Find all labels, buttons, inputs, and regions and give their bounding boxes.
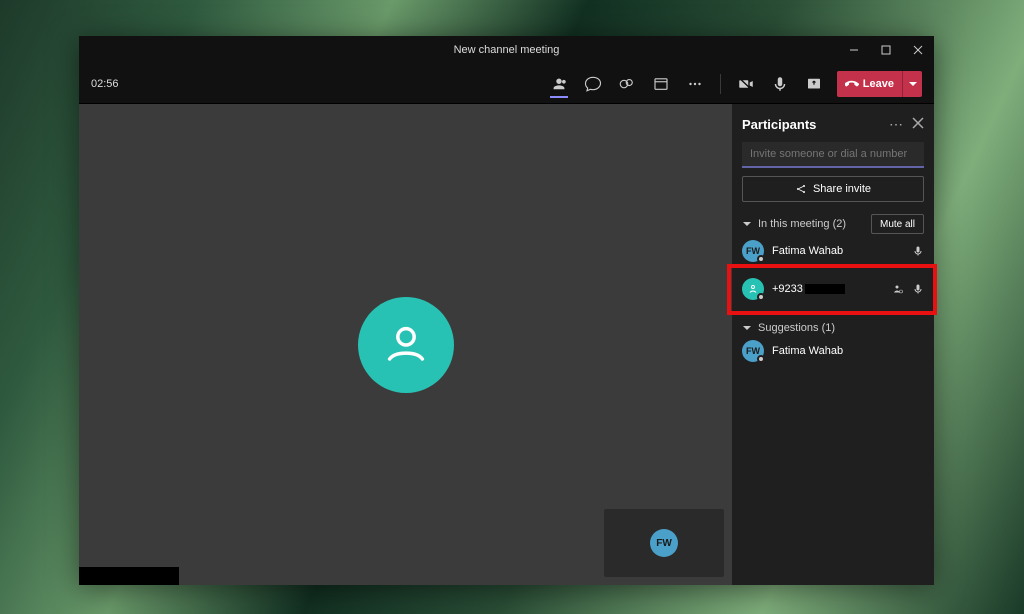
panel-close-button[interactable] [912, 117, 924, 132]
close-button[interactable] [902, 36, 934, 64]
section-in-meeting-label: In this meeting (2) [758, 218, 846, 230]
meeting-toolbar: 02:56 [79, 64, 934, 104]
share-button[interactable] [797, 64, 831, 104]
section-suggestions-label: Suggestions (1) [758, 322, 835, 334]
participant-name: +9233 [772, 283, 884, 295]
minimize-button[interactable] [838, 36, 870, 64]
avatar: FW [742, 340, 764, 362]
people-button[interactable] [542, 64, 576, 104]
section-suggestions: Suggestions (1) FW Fatima Wahab [742, 322, 924, 368]
leave-dropdown[interactable] [902, 71, 922, 97]
chevron-down-icon[interactable] [742, 219, 752, 229]
mic-icon [912, 245, 924, 257]
window-title: New channel meeting [454, 44, 560, 56]
participant-name: Fatima Wahab [772, 345, 924, 357]
invite-input[interactable] [742, 142, 924, 168]
person-badge-icon [892, 283, 904, 295]
avatar [742, 278, 764, 300]
participant-row[interactable]: FW Fatima Wahab [742, 334, 924, 368]
participants-panel: Participants ⋯ Share invite In [732, 104, 934, 585]
mute-all-button[interactable]: Mute all [871, 214, 924, 234]
chevron-down-icon[interactable] [742, 323, 752, 333]
avatar: FW [742, 240, 764, 262]
share-invite-label: Share invite [813, 183, 871, 195]
more-actions-button[interactable] [678, 64, 712, 104]
window-controls [838, 36, 934, 64]
leave-label: Leave [863, 78, 894, 90]
section-in-meeting: In this meeting (2) Mute all FW Fatima W… [742, 214, 924, 310]
reactions-button[interactable] [610, 64, 644, 104]
participant-row[interactable]: +9233 [742, 268, 924, 310]
self-video-tile[interactable]: FW [604, 509, 724, 577]
presence-icon [757, 355, 765, 363]
panel-title: Participants [742, 117, 816, 132]
mic-button[interactable] [763, 64, 797, 104]
participant-name: Fatima Wahab [772, 245, 904, 257]
meeting-stage: FW [79, 104, 732, 585]
panel-header: Participants ⋯ [742, 110, 924, 134]
app-window: New channel meeting 02:56 [79, 36, 934, 585]
participant-row[interactable]: FW Fatima Wahab [742, 234, 924, 268]
presence-icon [757, 293, 765, 301]
presence-icon [757, 255, 765, 263]
meeting-duration: 02:56 [91, 78, 119, 90]
leave-button[interactable]: Leave [837, 71, 922, 97]
chat-button[interactable] [576, 64, 610, 104]
maximize-button[interactable] [870, 36, 902, 64]
remote-participant-avatar [358, 297, 454, 393]
panel-more-icon[interactable]: ⋯ [888, 116, 904, 132]
main-area: FW Participants ⋯ Share invite [79, 104, 934, 585]
share-invite-button[interactable]: Share invite [742, 176, 924, 202]
self-avatar: FW [650, 529, 678, 557]
redacted-text [805, 284, 845, 294]
title-bar: New channel meeting [79, 36, 934, 64]
rooms-button[interactable] [644, 64, 678, 104]
camera-button[interactable] [729, 64, 763, 104]
mic-icon [912, 283, 924, 295]
